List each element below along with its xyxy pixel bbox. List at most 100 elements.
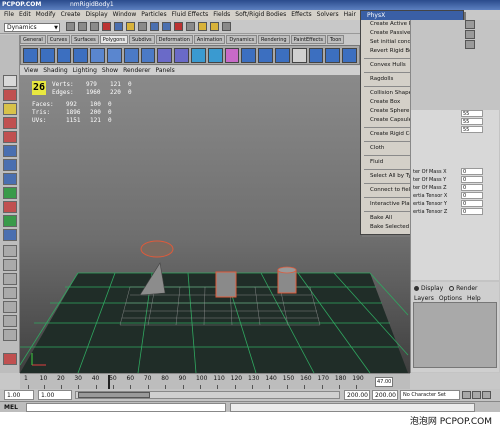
channel-value[interactable]: 0 [461,200,483,207]
render-radio[interactable]: Render [449,285,478,292]
show-manip-icon[interactable] [3,187,17,199]
open-scene-icon[interactable] [78,22,87,31]
shelf-tab-general[interactable]: General [20,35,46,44]
select-tool-icon[interactable] [3,75,17,87]
shelf-tab-surfaces[interactable]: Surfaces [71,35,99,44]
bevel-icon[interactable] [207,48,223,63]
tool-settings-toggle-icon[interactable] [465,40,475,49]
layout-graph-icon[interactable] [3,273,17,285]
key-icon[interactable] [462,391,471,399]
ipr-render-icon[interactable] [210,22,219,31]
soft-mod-icon[interactable] [3,173,17,185]
end-time-field[interactable]: 200.00 [372,390,398,400]
cylindrical-map-icon[interactable] [325,48,341,63]
layout-outliner-icon[interactable] [3,259,17,271]
separate-icon[interactable] [174,48,189,63]
current-frame-marker[interactable] [107,375,110,389]
render-icon[interactable] [198,22,207,31]
menu-file[interactable]: File [4,10,14,20]
menu-hair[interactable]: Hair [344,10,356,20]
channel-value[interactable]: 0 [461,184,483,191]
channel-value[interactable]: 0 [461,168,483,175]
poly-plane-icon[interactable] [90,48,105,63]
menu-modify[interactable]: Modify [36,10,56,20]
channel-value[interactable]: 55 [461,110,483,117]
shelf-tab-deformation[interactable]: Deformation [155,35,193,44]
auto-key-icon[interactable] [472,391,481,399]
snap-grid-icon[interactable] [150,22,159,31]
snap-curve-icon[interactable] [162,22,171,31]
panel-menu-show[interactable]: Show [102,66,118,75]
command-input[interactable] [26,403,226,412]
menu-fluid-effects[interactable]: Fluid Effects [172,10,209,20]
layout-custom-icon[interactable] [3,315,17,327]
menu-solvers[interactable]: Solvers [317,10,339,20]
panel-menu-view[interactable]: View [24,66,38,75]
last-tool-icon[interactable] [3,201,17,213]
layer-menu-help[interactable]: Help [467,295,481,302]
panel-menu-lighting[interactable]: Lighting [73,66,97,75]
shelf-tab-dynamics[interactable]: Dynamics [226,35,258,44]
move-tool-icon[interactable] [3,117,17,129]
planar-map-icon[interactable] [308,48,324,63]
panel-menu-renderer[interactable]: Renderer [123,66,150,75]
render-view-icon[interactable] [3,353,17,365]
new-scene-icon[interactable] [66,22,75,31]
shelf-tab-curves[interactable]: Curves [46,35,71,44]
scale-tool-icon[interactable] [3,145,17,157]
split-polygon-icon[interactable] [241,48,257,63]
render-globals-icon[interactable] [222,22,231,31]
layout-two-icon[interactable] [3,245,17,257]
menu-window[interactable]: Window [113,10,137,20]
command-language-label[interactable]: MEL [4,404,18,411]
save-scene-icon[interactable] [90,22,99,31]
preferences-icon[interactable] [482,391,491,399]
select-by-hierarchy-icon[interactable] [102,22,111,31]
playback-start-field[interactable]: 1.00 [38,390,72,400]
channel-value[interactable]: 55 [461,126,483,133]
combine-icon[interactable] [157,48,173,63]
shelf-tab-subdivs[interactable]: Subdivs [129,35,155,44]
menu-soft-rigid-bodies[interactable]: Soft/Rigid Bodies [235,10,286,20]
menu-display[interactable]: Display [86,10,108,20]
attribute-editor-toggle-icon[interactable] [465,30,475,39]
poly-sphere-icon[interactable] [23,48,38,63]
menu-edit[interactable]: Edit [19,10,31,20]
range-slider-handle[interactable] [78,392,150,398]
start-time-field[interactable]: 1.00 [4,390,34,400]
uv-editor-icon[interactable] [291,48,307,63]
display-radio[interactable]: Display [414,285,443,292]
history-icon[interactable] [186,22,195,31]
channel-box-toggle-icon[interactable] [465,20,475,29]
poly-cone-icon[interactable] [73,48,89,63]
paint-select-icon[interactable] [3,103,17,115]
shelf-tab-toon[interactable]: Toon [326,35,345,44]
playback-end-field[interactable]: 200.00 [344,390,370,400]
select-by-object-icon[interactable] [114,22,123,31]
poly-pyramid-icon[interactable] [140,48,156,63]
time-slider[interactable]: 47.00 1 10 20 30 40 50 60 70 80 90 100 110 120 130 140… [20,373,410,389]
layout-hypershade-icon[interactable] [3,287,17,299]
channel-value[interactable]: 55 [461,118,483,125]
menu-effects[interactable]: Effects [291,10,311,20]
lasso-tool-icon[interactable] [3,89,17,101]
channel-value[interactable]: 0 [461,176,483,183]
poly-cube-icon[interactable] [39,48,55,63]
channel-value[interactable]: 0 [461,192,483,199]
menu-fields[interactable]: Fields [213,10,230,20]
smooth-icon[interactable] [224,48,240,63]
poly-prism-icon[interactable] [123,48,139,63]
poly-torus-icon[interactable] [106,48,122,63]
layout-persp-icon[interactable] [3,301,17,313]
rotate-tool-icon[interactable] [3,131,17,143]
select-by-component-icon[interactable] [126,22,135,31]
layer-menu-options[interactable]: Options [439,295,462,302]
menu-create[interactable]: Create [61,10,81,20]
shelf-tab-polygons[interactable]: Polygons [99,35,128,44]
current-frame-field[interactable]: 47.00 [375,377,393,387]
layout-single-icon[interactable] [3,215,17,227]
menu-set-dropdown[interactable]: Dynamics ▼ [4,23,60,32]
channel-value[interactable]: 0 [461,208,483,215]
extrude-icon[interactable] [190,48,206,63]
shelf-tab-rendering[interactable]: Rendering [258,35,290,44]
